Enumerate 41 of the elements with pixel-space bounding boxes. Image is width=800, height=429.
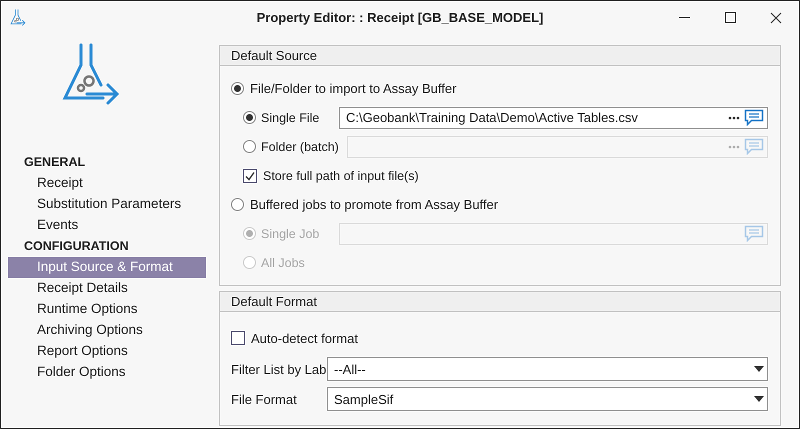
sidebar-item[interactable]: Receipt — [8, 173, 206, 194]
sidebar-item[interactable]: Input Source & Format — [8, 257, 206, 278]
section-heading: CONFIGURATION — [24, 239, 129, 253]
sidebar-item[interactable]: Events — [8, 215, 206, 236]
dropdown[interactable]: --All-- — [327, 357, 768, 381]
field-label: File Format — [231, 392, 298, 406]
comment-icon[interactable] — [744, 109, 764, 126]
checkbox[interactable] — [231, 331, 245, 345]
radio-label: All Jobs — [261, 256, 305, 270]
radio-label: File/Folder to import to Assay Buffer — [250, 81, 456, 96]
radio-label: Folder (batch) — [261, 140, 339, 154]
checkbox-label: Store full path of input file(s) — [263, 168, 419, 182]
radio-button[interactable] — [231, 82, 244, 95]
sidebar-item[interactable]: Archiving Options — [8, 320, 206, 341]
close-icon — [770, 12, 782, 24]
sidebar-item[interactable]: Receipt Details — [8, 278, 206, 299]
file-path-field[interactable]: C:\Geobank\Training Data\Demo\Active Tables.csv — [339, 106, 768, 128]
section-title: Default Format — [231, 294, 317, 309]
dropdown[interactable]: SampleSif — [327, 387, 768, 411]
sidebar-item[interactable]: Substitution Parameters — [8, 194, 206, 215]
checkbox[interactable] — [243, 168, 257, 182]
sidebar-item[interactable]: Runtime Options — [8, 299, 206, 320]
radio-label: Single File — [261, 110, 320, 124]
maximize-icon — [724, 12, 736, 23]
radio-label: Buffered jobs to promote from Assay Buffer — [250, 197, 498, 212]
sidebar-item[interactable]: Report Options — [8, 341, 206, 362]
section-title: Default Source — [231, 48, 317, 63]
window-title: Property Editor: : Receipt [GB_BASE_MODEL] — [256, 10, 544, 25]
ellipsis-icon[interactable] — [728, 116, 740, 120]
field-label: Filter List by Lab — [231, 362, 327, 376]
sidebar-item[interactable]: Folder Options — [8, 362, 206, 383]
caret-icon — [754, 396, 764, 402]
radio-button[interactable] — [231, 198, 244, 211]
section-heading: GENERAL — [24, 155, 86, 169]
checkbox-label: Auto-detect format — [251, 330, 358, 346]
radio-label: Single Job — [261, 226, 320, 240]
flask-arrow-icon — [61, 42, 121, 106]
radio-button[interactable] — [243, 140, 256, 153]
caret-icon — [754, 366, 764, 372]
app-flask-icon — [10, 9, 26, 26]
radio-button[interactable] — [243, 111, 256, 124]
